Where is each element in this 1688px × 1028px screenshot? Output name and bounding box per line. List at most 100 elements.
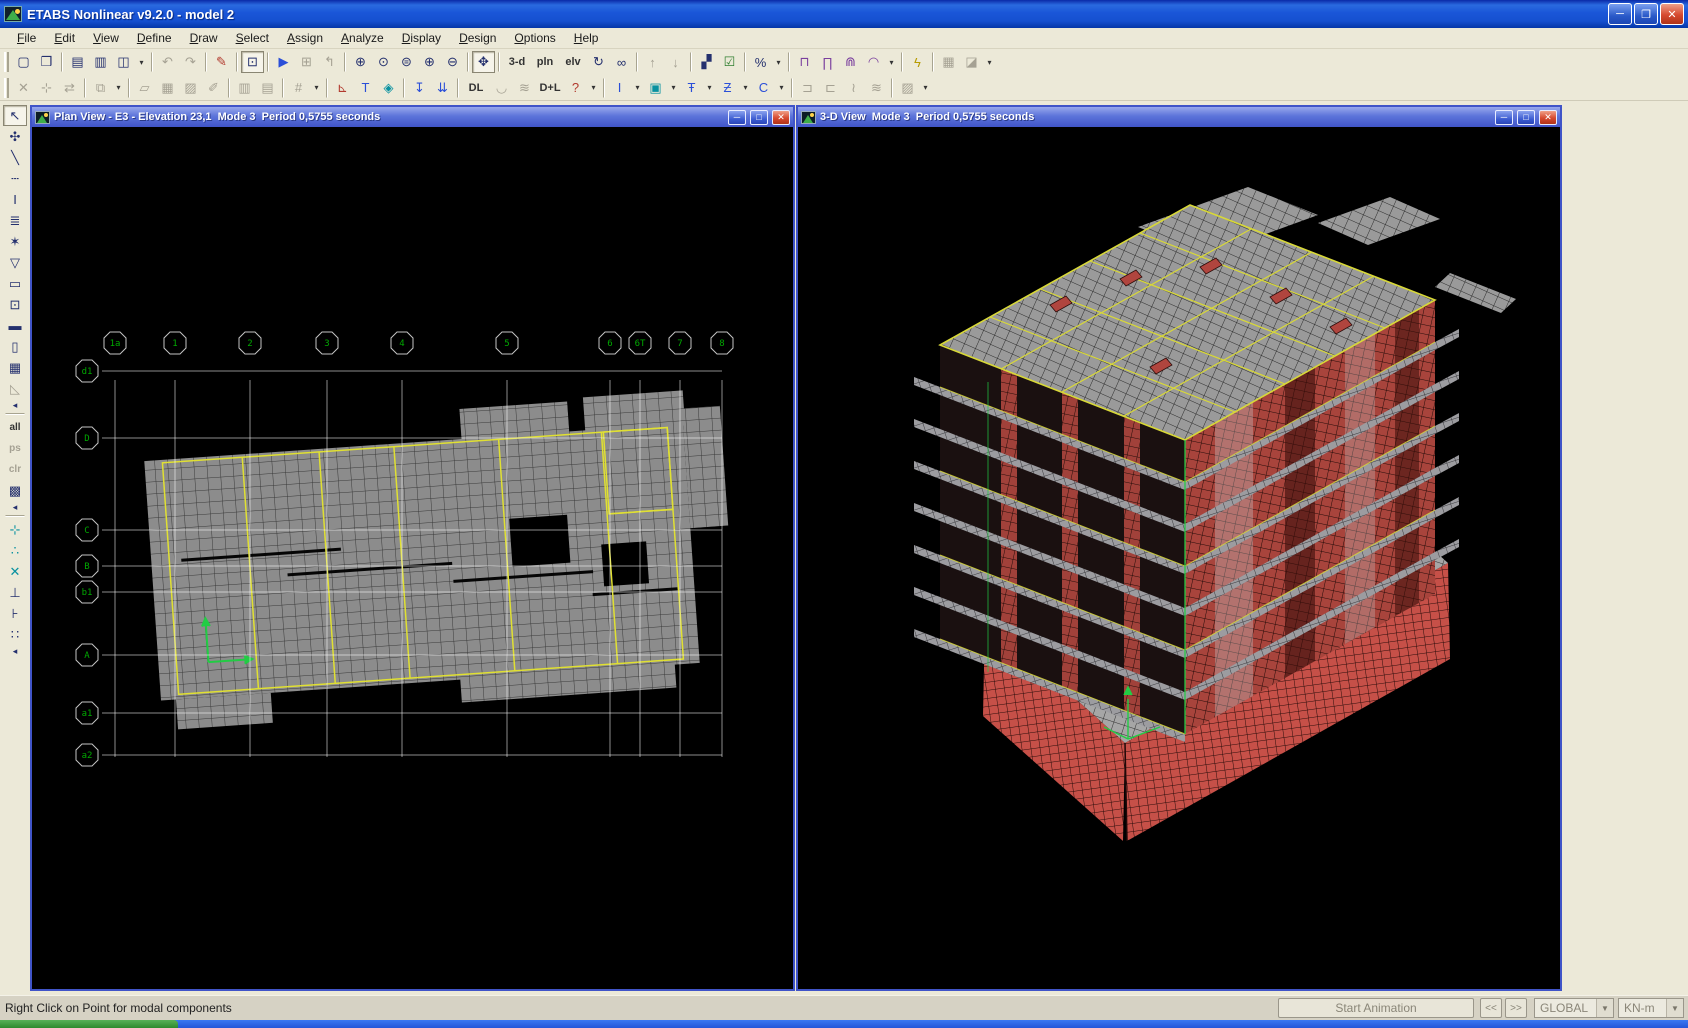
draw-rect-area-button[interactable]: ▭ [3,273,27,294]
tee-section-button[interactable]: Ŧ [680,77,703,99]
perspective-toggle-button[interactable]: ∞ [610,51,633,73]
menu-item[interactable]: Select [227,29,278,47]
new-model-button[interactable]: ▢ [12,51,35,73]
open-file-button[interactable]: ❒ [35,51,58,73]
print-button[interactable]: ▥ [89,51,112,73]
reshape-object-button[interactable]: ✣ [3,126,27,147]
quick-draw-area-button[interactable]: ⊡ [3,294,27,315]
replicate-caret[interactable]: ▾ [112,77,125,99]
v3d-close-button[interactable]: ✕ [1539,109,1557,125]
frame-section-button[interactable]: I [608,77,631,99]
view-plan-button[interactable]: pln [531,51,559,73]
draw-area-button[interactable]: ▽ [3,252,27,273]
toolbar-handle[interactable] [4,77,9,98]
menu-item[interactable]: Edit [45,29,84,47]
draw-mesh-button[interactable]: ▦ [3,357,27,378]
slab-section-button[interactable]: ▣ [644,77,667,99]
pan-button[interactable]: ✥ [472,51,495,73]
snap-perpendicular-button[interactable]: ⊥ [3,582,27,603]
select-pointer-button[interactable]: ↖ [3,105,27,126]
collapse-select-arrow[interactable]: ◂ [3,501,27,513]
view-3d-titlebar[interactable]: 3-D View Mode 3 Period 0,5755 seconds ─ □… [798,107,1560,127]
app-minimize-button[interactable]: ─ [1608,3,1632,25]
lock-model-button[interactable]: ⊡ [241,51,264,73]
snap-lines-edges-button[interactable]: ⊦ [3,603,27,624]
zoom-out-button[interactable]: ⊖ [441,51,464,73]
save-model-button[interactable]: ▤ [66,51,89,73]
start-button-fragment[interactable] [0,1020,178,1028]
menu-item[interactable]: Define [128,29,181,47]
v3d-maximize-button[interactable]: □ [1517,109,1535,125]
plan-view-canvas[interactable]: 1a 1 2 3 4 5 6 6T 7 8 d1 D C B b1 A a1 a… [32,127,793,989]
frame-section-caret[interactable]: ▾ [631,77,644,99]
quick-draw-wall-button[interactable]: ▯ [3,336,27,357]
zee-section-caret[interactable]: ▾ [739,77,752,99]
show-query-button[interactable]: ? [564,77,587,99]
windows-taskbar[interactable] [0,1020,1688,1028]
menu-item[interactable]: File [8,29,45,47]
quick-draw-frame-button[interactable]: ∏ [816,51,839,73]
waffle-caret[interactable]: ▾ [310,77,323,99]
previous-mode-button[interactable]: << [1480,998,1502,1018]
plan-maximize-button[interactable]: □ [750,109,768,125]
show-combo-load-button[interactable]: D+L [536,77,564,99]
edit-model-button[interactable]: ✎ [210,51,233,73]
zoom-in-button[interactable]: ⊕ [418,51,441,73]
quick-draw-secondary-beams-button[interactable]: ≣ [3,210,27,231]
restore-full-view-button[interactable]: ⊙ [372,51,395,73]
query-caret[interactable]: ▾ [587,77,600,99]
view-elevation-button[interactable]: elv [559,51,587,73]
show-dead-load-button[interactable]: DL [462,77,490,99]
menu-item[interactable]: Assign [278,29,332,47]
quick-draw-truss-button[interactable]: ◠ [862,51,885,73]
view-3d-button[interactable]: 3-d [503,51,531,73]
print-options-caret[interactable]: ▾ [135,51,148,73]
show-plane-button[interactable]: ◈ [377,77,400,99]
units-select[interactable]: KN-m ▼ [1618,998,1684,1018]
material-caret[interactable]: ▾ [919,77,932,99]
menu-item[interactable]: Analyze [332,29,393,47]
plan-close-button[interactable]: ✕ [772,109,790,125]
view-3d-canvas[interactable] [798,127,1560,989]
snap-points-button[interactable]: ⊹ [3,519,27,540]
draw-frame-button[interactable]: ┄ [3,168,27,189]
plan-view-titlebar[interactable]: Plan View - E3 - Elevation 23,1 Mode 3 P… [32,107,793,127]
select-by-groups-button[interactable]: ▩ [3,480,27,501]
snap-intersections-button[interactable]: ✕ [3,561,27,582]
run-button[interactable]: ϟ [906,51,929,73]
v3d-minimize-button[interactable]: ─ [1495,109,1513,125]
previous-zoom-button[interactable]: ⊜ [395,51,418,73]
show-labels-button[interactable]: T [354,77,377,99]
rotate-3d-view-button[interactable]: ↻ [587,51,610,73]
menu-item[interactable]: Display [393,29,450,47]
slab-section-caret[interactable]: ▾ [667,77,680,99]
menu-item[interactable]: View [84,29,128,47]
design-caret[interactable]: ▾ [983,51,996,73]
show-point-loads-button[interactable]: ↧ [408,77,431,99]
menu-item[interactable]: Draw [181,29,227,47]
menu-item[interactable]: Design [450,29,505,47]
draw-line-button[interactable]: ╲ [3,147,27,168]
tee-section-caret[interactable]: ▾ [703,77,716,99]
app-close-button[interactable]: ✕ [1660,3,1684,25]
zee-section-button[interactable]: Ƶ [716,77,739,99]
quick-draw-caret[interactable]: ▾ [885,51,898,73]
show-distributed-loads-button[interactable]: ⇊ [431,77,454,99]
coordinate-system-select[interactable]: GLOBAL ▼ [1534,998,1614,1018]
snap-fine-grid-button[interactable]: ∷ [3,624,27,645]
set-view-options-button[interactable]: ☑ [718,51,741,73]
assign-display-button[interactable]: % [749,51,772,73]
rubber-band-zoom-button[interactable]: ⊕ [349,51,372,73]
quick-draw-braced-button[interactable]: ⋒ [839,51,862,73]
draw-braces-button[interactable]: ✶ [3,231,27,252]
app-restore-button[interactable]: ❐ [1634,3,1658,25]
show-axes-button[interactable]: ⊾ [331,77,354,99]
next-mode-button[interactable]: >> [1505,998,1527,1018]
quick-draw-portal-button[interactable]: ⊓ [793,51,816,73]
toolbar-handle[interactable] [4,52,9,72]
collapse-snap-arrow[interactable]: ◂ [3,645,27,657]
channel-section-button[interactable]: C [752,77,775,99]
menu-item[interactable]: Options [505,29,564,47]
snap-midpoints-button[interactable]: ∴ [3,540,27,561]
assign-display-caret[interactable]: ▾ [772,51,785,73]
